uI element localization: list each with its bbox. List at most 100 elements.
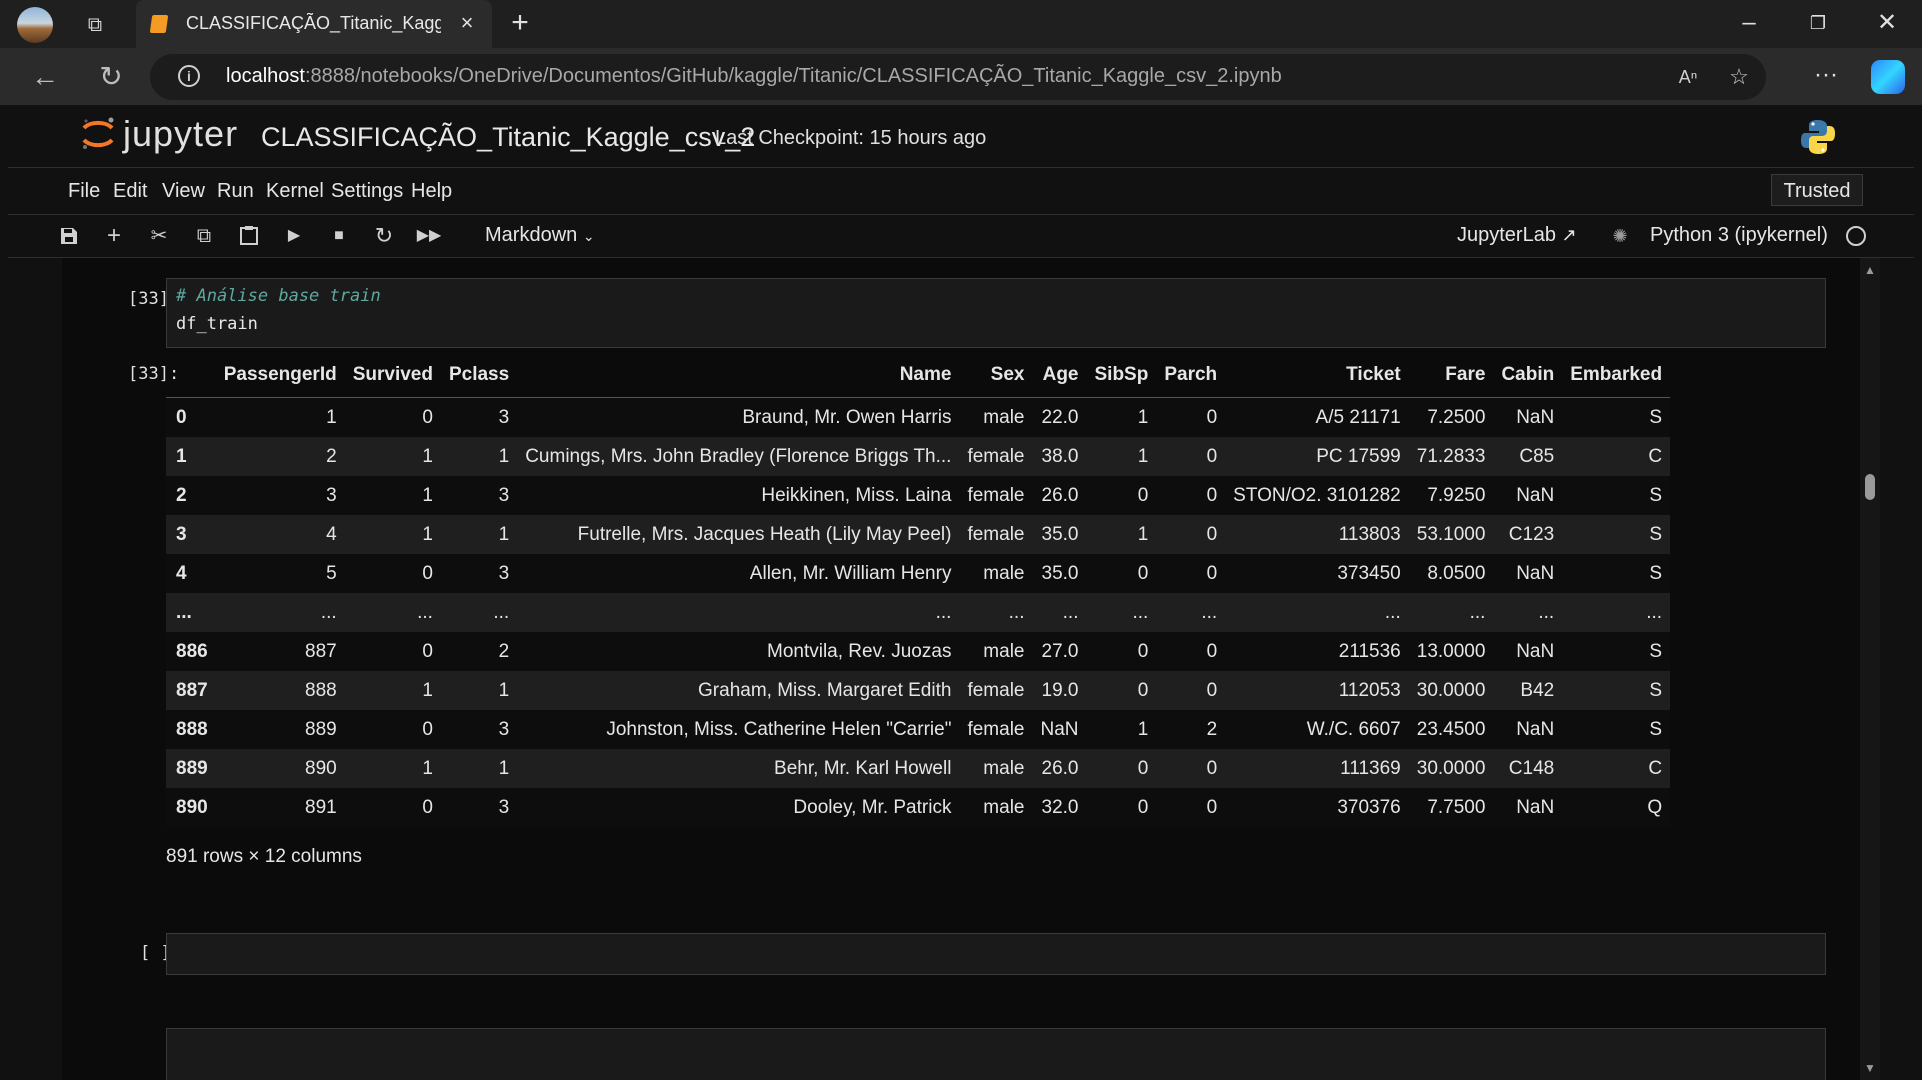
table-cell: ... xyxy=(1132,601,1149,623)
table-cell: 0 xyxy=(1206,679,1218,701)
read-aloud-icon[interactable]: A͏ⁿ xyxy=(1674,63,1702,91)
table-cell: 890 xyxy=(305,757,337,779)
next-cell[interactable] xyxy=(166,1028,1826,1080)
close-window-icon[interactable]: ✕ xyxy=(1872,8,1902,38)
cut-icon[interactable]: ✂ xyxy=(144,221,174,251)
notebook-title[interactable]: CLASSIFICAÇÃO_Titanic_Kaggle_csv_2 xyxy=(261,122,755,153)
table-cell: 0 xyxy=(1137,796,1149,818)
table-cell: Behr, Mr. Karl Howell xyxy=(774,757,952,779)
paste-icon[interactable] xyxy=(234,221,264,251)
dataframe-shape: 891 rows × 12 columns xyxy=(166,846,362,867)
cell-type-dropdown[interactable]: Markdown ⌄ xyxy=(485,224,595,247)
menu-file[interactable]: File xyxy=(68,180,100,203)
menu-run[interactable]: Run xyxy=(217,180,254,203)
scrollbar-thumb[interactable] xyxy=(1865,474,1875,500)
restore-icon[interactable]: ❐ xyxy=(1803,8,1833,38)
table-cell: 0 xyxy=(1206,562,1218,584)
table-cell: 0 xyxy=(1206,796,1218,818)
browser-tab-active[interactable]: CLASSIFICAÇÃO_Titanic_Kaggle_ × xyxy=(136,0,492,48)
table-body: 0 1 0 3 Braund, Mr. Owen Harris male 22.0 1 0 A/5… xyxy=(166,397,1671,827)
table-cell: ... xyxy=(1646,601,1663,623)
address-bar[interactable]: i localhost:8888/notebooks/OneDrive/Docu… xyxy=(150,54,1766,100)
table-cell: 373450 xyxy=(1337,562,1401,584)
passengerid-header: PassengerId xyxy=(215,353,345,398)
table-cell: STON/O2. 3101282 xyxy=(1233,484,1401,506)
row-index: 3 xyxy=(176,523,187,545)
stop-icon[interactable]: ■ xyxy=(324,221,354,251)
menu-view[interactable]: View xyxy=(162,180,205,203)
add-cell-icon[interactable]: + xyxy=(99,221,129,251)
copy-icon[interactable]: ⧉ xyxy=(189,221,219,251)
table-cell: male xyxy=(983,406,1025,428)
table-cell: 0 xyxy=(422,796,433,818)
table-cell: 7.2500 xyxy=(1427,406,1486,428)
table-cell: 1 xyxy=(1137,445,1149,467)
table-cell: 889 xyxy=(305,718,337,740)
notebook-scrollbar[interactable]: ▲ ▼ xyxy=(1860,258,1880,1080)
table-cell: Heikkinen, Miss. Laina xyxy=(761,484,952,506)
table-cell: female xyxy=(967,679,1025,701)
scroll-up-icon[interactable]: ▲ xyxy=(1864,264,1876,276)
table-cell: C xyxy=(1648,757,1663,779)
kernel-name[interactable]: Python 3 (ipykernel) xyxy=(1650,224,1828,247)
survived-header: Survived xyxy=(344,353,441,398)
jupyter-logo-icon[interactable] xyxy=(78,114,118,154)
menu-edit[interactable]: Edit xyxy=(113,180,147,203)
code-comment: # Análise base train xyxy=(176,286,381,306)
table-cell: 38.0 xyxy=(1041,445,1079,467)
notebook-favicon-icon xyxy=(149,15,169,33)
tab-close-icon[interactable]: × xyxy=(454,10,480,36)
trusted-badge[interactable]: Trusted xyxy=(1771,174,1863,206)
restart-icon[interactable]: ↻ xyxy=(369,221,399,251)
run-all-icon[interactable]: ▶▶ xyxy=(414,221,444,251)
table-cell: Q xyxy=(1647,796,1663,818)
jupyter-app: jupyter CLASSIFICAÇÃO_Titanic_Kaggle_csv… xyxy=(8,105,1914,1080)
table-cell: S xyxy=(1649,406,1663,428)
refresh-icon[interactable]: ↻ xyxy=(94,60,128,94)
url-path: :8888/notebooks/OneDrive/Documentos/GitH… xyxy=(304,65,1282,87)
table-cell: 887 xyxy=(305,640,337,662)
menu-kernel[interactable]: Kernel xyxy=(266,180,324,203)
table-cell: Johnston, Miss. Catherine Helen "Carrie" xyxy=(606,718,952,740)
scroll-down-icon[interactable]: ▼ xyxy=(1864,1062,1876,1074)
menu-help[interactable]: Help xyxy=(411,180,452,203)
row-index: 4 xyxy=(176,562,187,584)
table-cell: PC 17599 xyxy=(1316,445,1401,467)
workspaces-icon[interactable]: ⧉ xyxy=(82,12,108,38)
last-checkpoint: Last Checkpoint: 15 hours ago xyxy=(715,127,987,149)
table-cell: Graham, Miss. Margaret Edith xyxy=(698,679,952,701)
jupyterlab-link[interactable]: JupyterLab ↗ xyxy=(1457,224,1577,247)
code-cell-editor[interactable]: # Análise base train df_train xyxy=(166,278,1826,348)
empty-code-cell[interactable] xyxy=(166,933,1826,975)
table-row: 888 889 0 3 Johnston, Miss. Catherine Helen … xyxy=(166,710,1671,749)
url-text[interactable]: localhost:8888/notebooks/OneDrive/Docume… xyxy=(226,65,1282,88)
copilot-icon[interactable] xyxy=(1871,60,1905,94)
save-icon[interactable] xyxy=(54,221,84,251)
notebook-panel[interactable]: [33]: # Análise base train df_train [33]… xyxy=(62,258,1860,1080)
back-icon[interactable]: ← xyxy=(28,60,62,94)
table-cell: 0 xyxy=(422,718,433,740)
debugger-bug-icon[interactable]: ✺ xyxy=(1605,221,1635,251)
table-cell: 1 xyxy=(1137,523,1149,545)
minimize-icon[interactable]: – xyxy=(1734,8,1764,38)
run-icon[interactable]: ▶ xyxy=(279,221,309,251)
browser-menu-icon[interactable]: ··· xyxy=(1811,60,1841,90)
table-cell: 0 xyxy=(1137,679,1149,701)
pclass-header: Pclass xyxy=(440,353,518,398)
menu-settings[interactable]: Settings xyxy=(331,180,403,203)
site-info-icon[interactable]: i xyxy=(178,65,200,87)
table-cell: Cumings, Mrs. John Bradley (Florence Bri… xyxy=(525,445,952,467)
table-cell: C xyxy=(1648,445,1663,467)
code-line: df_train xyxy=(176,314,258,334)
table-cell: NaN xyxy=(1516,406,1555,428)
profile-avatar[interactable] xyxy=(17,7,53,43)
table-cell: 211536 xyxy=(1338,640,1401,662)
favorite-star-icon[interactable]: ☆ xyxy=(1725,63,1753,91)
table-cell: ... xyxy=(935,601,952,623)
table-cell: 1 xyxy=(326,406,337,428)
table-cell: 1 xyxy=(1137,406,1149,428)
table-cell: 1 xyxy=(498,757,510,779)
table-cell: 0 xyxy=(1206,445,1218,467)
table-cell: female xyxy=(967,523,1025,545)
new-tab-icon[interactable]: + xyxy=(505,8,535,38)
